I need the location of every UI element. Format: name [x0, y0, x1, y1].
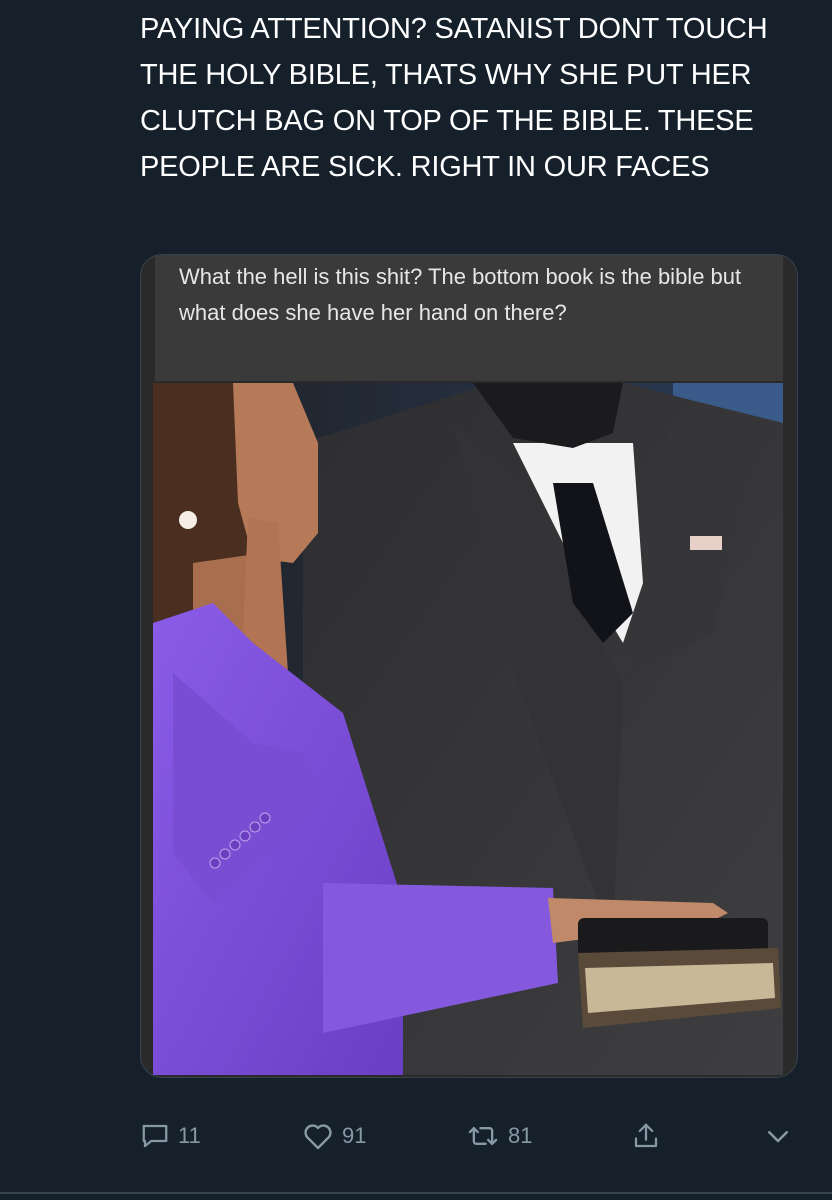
like-count: 91	[342, 1123, 367, 1148]
like-button[interactable]: 91	[302, 1112, 366, 1160]
retweet-button[interactable]: 81	[466, 1112, 532, 1160]
heart-icon	[302, 1121, 334, 1151]
divider	[0, 1192, 832, 1194]
more-options-button[interactable]	[764, 1112, 792, 1160]
tweet-media-card[interactable]: What the hell is this shit? The bottom b…	[140, 254, 798, 1078]
tweet-text: PAYING ATTENTION? SATANIST DONT TOUCH TH…	[140, 13, 768, 183]
image-caption-text: What the hell is this shit? The bottom b…	[179, 264, 742, 325]
photo-illustration	[153, 383, 783, 1075]
share-button[interactable]	[632, 1112, 660, 1160]
retweet-icon	[466, 1121, 500, 1151]
image-caption-box: What the hell is this shit? The bottom b…	[155, 255, 783, 381]
share-icon	[632, 1121, 660, 1151]
retweet-count: 81	[508, 1123, 533, 1148]
reply-button[interactable]: 11	[140, 1112, 201, 1160]
inauguration-photo[interactable]	[153, 383, 783, 1075]
chevron-down-icon	[764, 1121, 792, 1151]
reply-icon	[140, 1121, 170, 1151]
reply-count: 11	[178, 1123, 201, 1148]
tweet-action-bar: 11 91 81	[0, 1112, 832, 1162]
